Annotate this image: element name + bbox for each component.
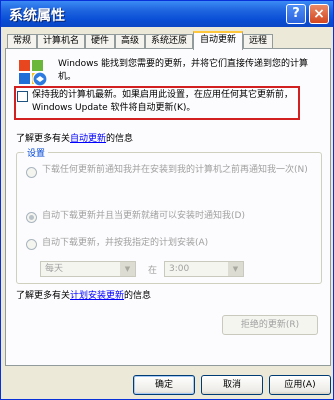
windows-shield-icon: [19, 60, 48, 87]
tab-computer-name[interactable]: 计算机名: [37, 34, 85, 49]
learn-schedule-suffix: 的信息: [124, 291, 152, 301]
window-title: 系统属性: [9, 8, 65, 24]
settings-group-title: 设置: [24, 146, 49, 159]
tab-advanced[interactable]: 高级: [115, 34, 145, 49]
keep-updated-label: 保持我的计算机最新。如果启用此设置，在应用任何其它更新前，Windows Upd…: [32, 90, 294, 113]
learn-auto-updates-text: 了解更多有关自动更新的信息: [16, 131, 133, 144]
close-button[interactable]: ×: [309, 4, 329, 24]
intro-text: Windows 能找到您需要的更新，并将它们直接传递到您的计算机。: [58, 59, 309, 82]
chevron-down-icon: ▼: [228, 262, 243, 276]
schedule-day-value: 每天: [45, 264, 64, 274]
at-label: 在: [148, 266, 158, 276]
cancel-button[interactable]: 取消: [201, 375, 263, 395]
help-button[interactable]: ?: [286, 4, 306, 24]
tab-hardware[interactable]: 硬件: [85, 34, 115, 49]
scheduled-install-link[interactable]: 计划安装更新: [70, 291, 124, 301]
schedule-day-select[interactable]: 每天 ▼: [40, 261, 136, 277]
auto-download-schedule-label: 自动下载更新，并按我指定的计划安装(A): [42, 238, 209, 248]
learn-schedule-prefix: 了解更多有关: [16, 291, 71, 301]
ok-button[interactable]: 确定: [133, 375, 195, 395]
schedule-time-select[interactable]: 3:00 ▼: [164, 261, 244, 277]
learn-scheduled-install-text: 了解更多有关计划安装更新的信息: [16, 288, 151, 301]
learn-auto-prefix: 了解更多有关: [16, 134, 71, 144]
notify-before-download-label: 下载任何更新前通知我并在安装到我的计算机之前再通知我一次(N): [42, 165, 308, 175]
auto-download-schedule-radio[interactable]: [26, 239, 37, 250]
keep-updated-checkbox[interactable]: [17, 91, 28, 102]
schedule-time-value: 3:00: [169, 264, 190, 274]
declined-updates-button[interactable]: 拒绝的更新(R): [222, 315, 318, 335]
tab-strip: 常规 计算机名 硬件 高级 系统还原 自动更新 远程: [5, 31, 331, 50]
chevron-down-icon: ▼: [120, 262, 135, 276]
tab-remote[interactable]: 远程: [243, 34, 273, 49]
notify-before-download-radio[interactable]: [26, 167, 37, 178]
auto-download-notify-radio[interactable]: [26, 212, 37, 223]
auto-updates-link[interactable]: 自动更新: [70, 134, 106, 144]
apply-button[interactable]: 应用(A): [269, 375, 331, 395]
title-bar[interactable]: 系统属性 ? ×: [1, 1, 333, 27]
automatic-updates-panel: Windows 能找到您需要的更新，并将它们直接传递到您的计算机。 保持我的计算…: [5, 48, 331, 366]
system-properties-window: 系统属性 ? × 常规 计算机名 硬件 高级 系统还原 自动更新 远程 Wind…: [0, 0, 334, 400]
learn-auto-suffix: 的信息: [106, 134, 134, 144]
auto-download-notify-label: 自动下载更新并且当更新就绪可以安装时通知我(D): [42, 211, 245, 221]
tab-system-restore[interactable]: 系统还原: [145, 34, 193, 49]
tab-automatic-updates[interactable]: 自动更新: [193, 31, 243, 50]
tab-general[interactable]: 常规: [7, 34, 37, 49]
